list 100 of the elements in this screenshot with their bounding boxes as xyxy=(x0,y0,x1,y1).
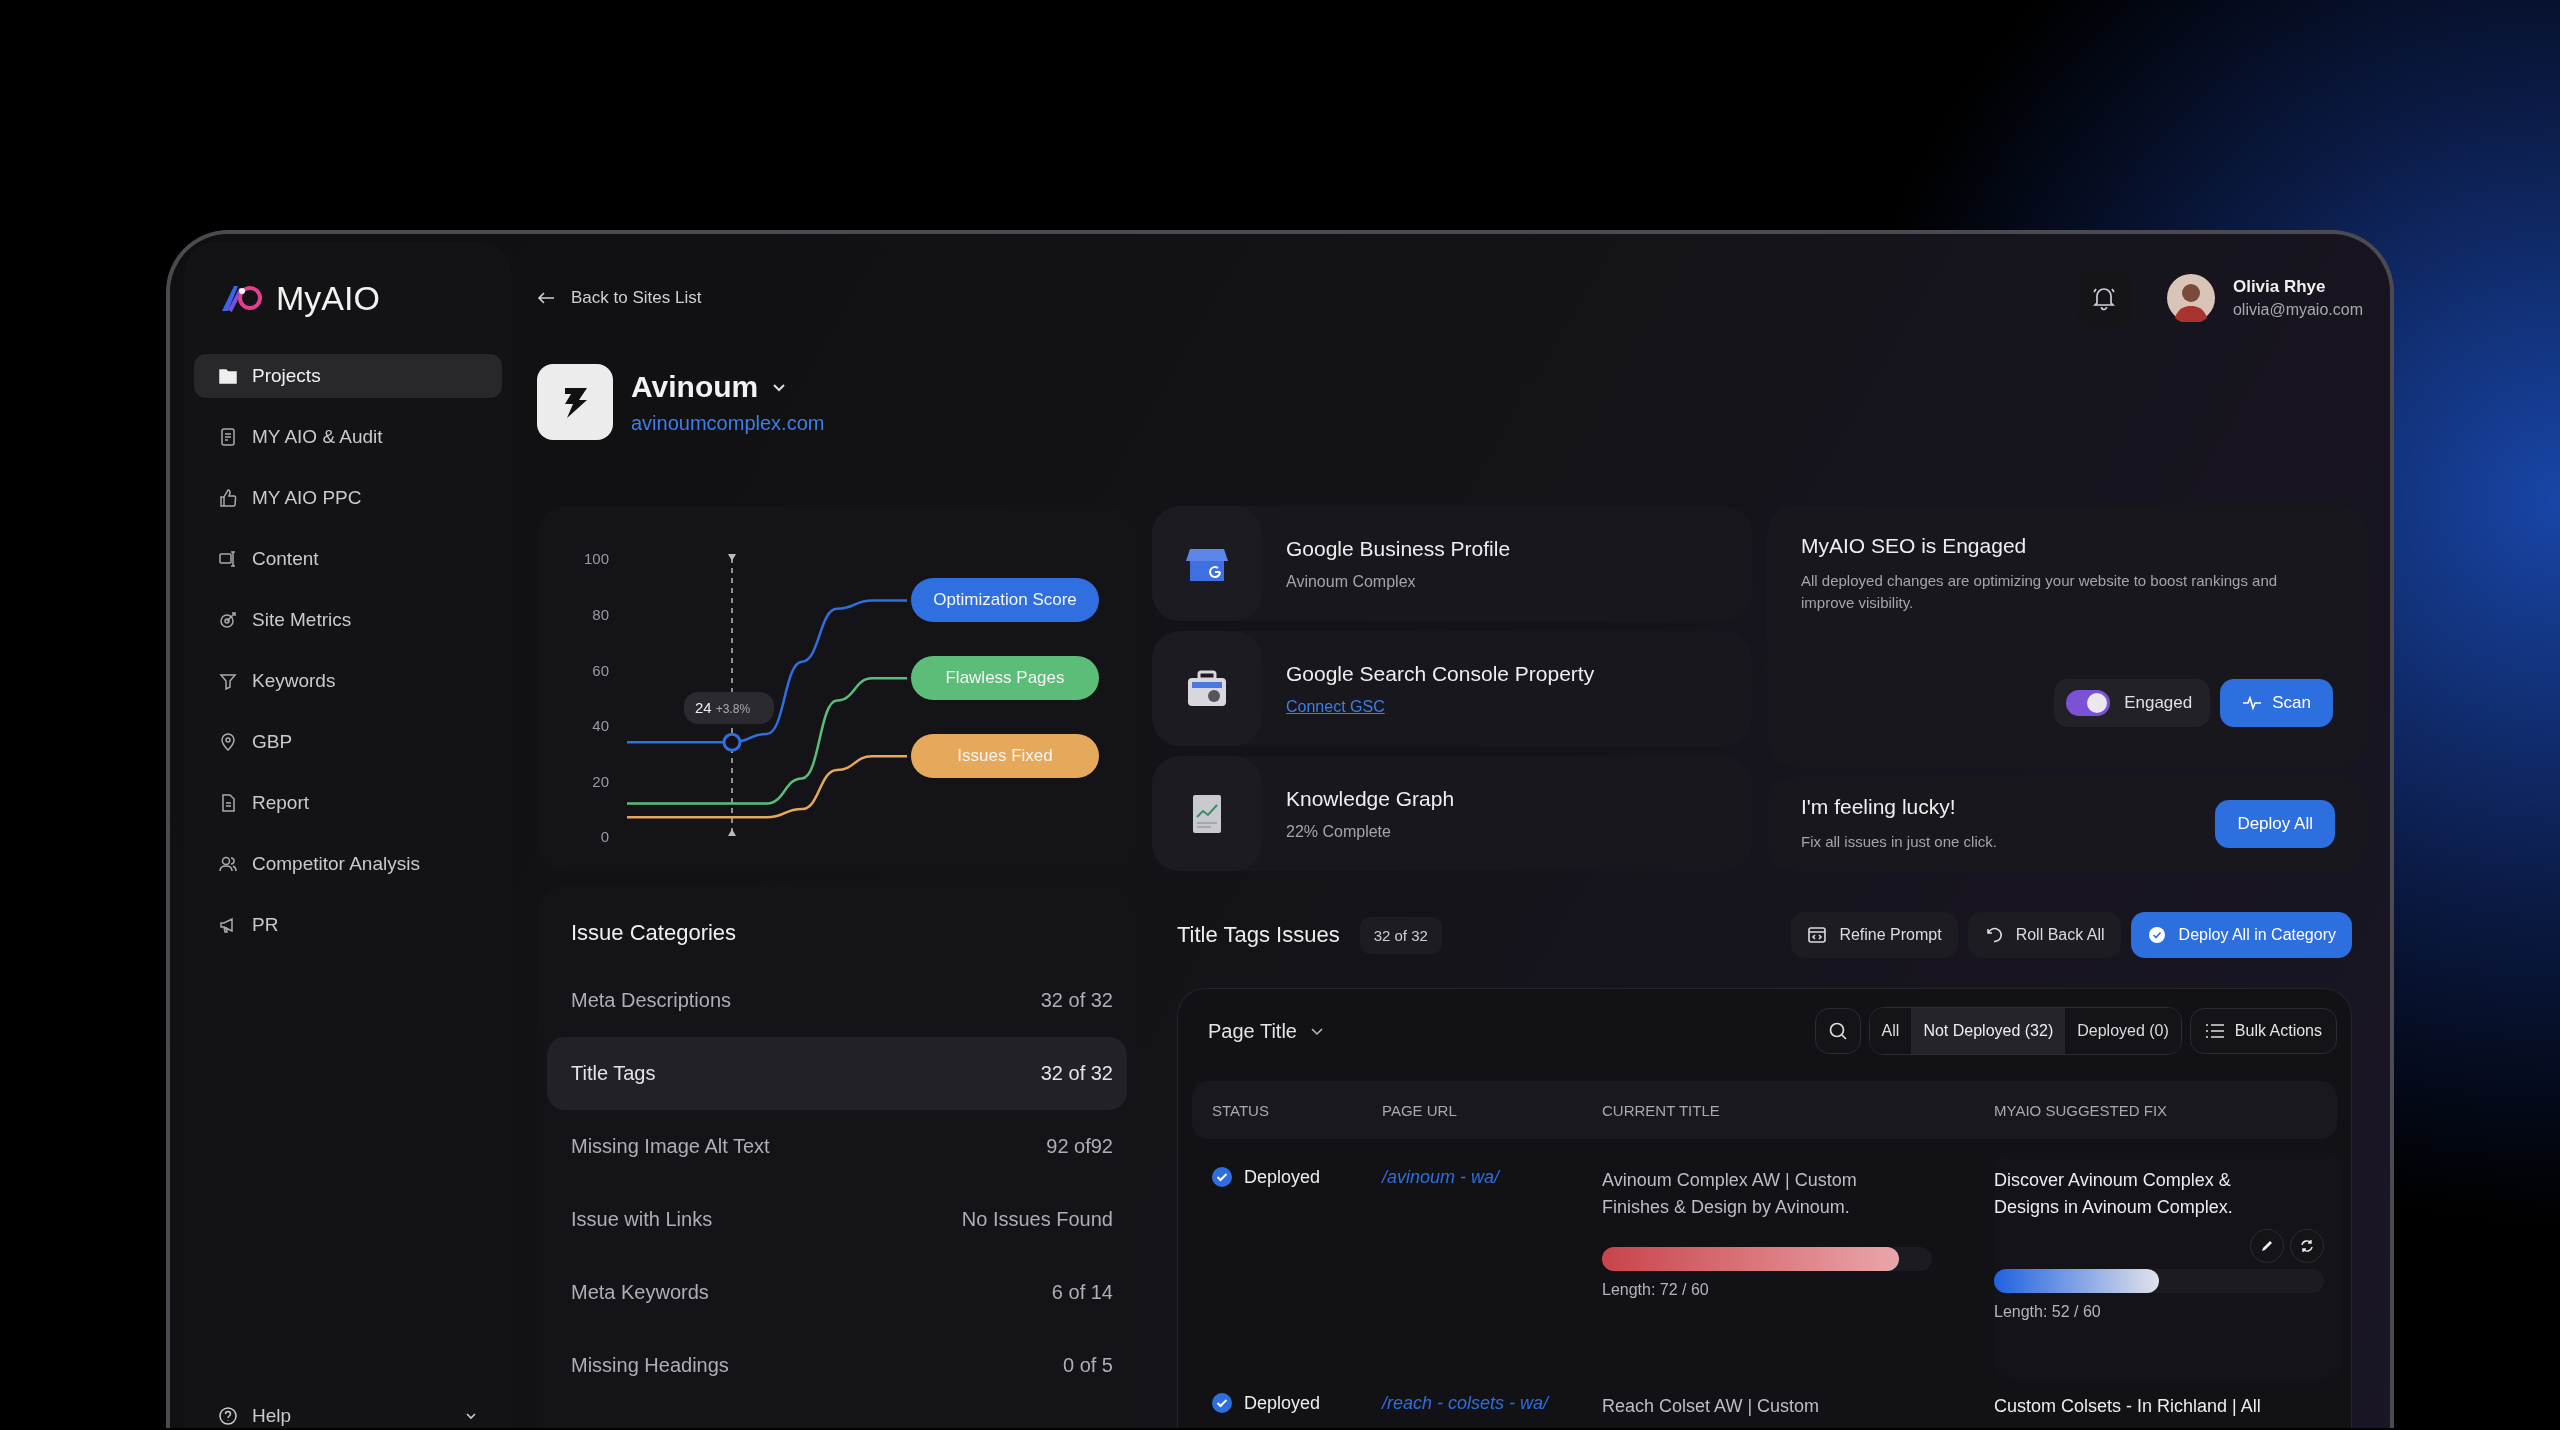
category-name: Meta Keywords xyxy=(571,1281,709,1304)
page-url-link[interactable]: /reach - colsets - wa/ xyxy=(1382,1393,1549,1414)
user-email: olivia@myaio.com xyxy=(2232,301,2363,319)
help-menu[interactable]: Help xyxy=(194,1404,502,1428)
check-circle-icon xyxy=(1212,1167,1232,1187)
status-label: Deployed xyxy=(1244,1393,1321,1414)
action-button[interactable]: Roll Back All xyxy=(1967,912,2121,958)
category-name: Meta Descriptions xyxy=(571,989,732,1012)
section-title: Title Tags Issues xyxy=(1177,922,1340,948)
category-count: 32 of 32 xyxy=(1040,1062,1113,1085)
bell-icon xyxy=(2090,285,2117,311)
category-item[interactable]: Issue with Links No Issues Found xyxy=(547,1183,1127,1256)
scan-button[interactable]: Scan xyxy=(2220,678,2333,727)
suggested-fix-text: Discover Avinoum Complex & Designs in Avinoum Complex. xyxy=(1994,1169,2234,1219)
series-label: Issues Fixed xyxy=(911,734,1099,779)
current-title-text: Avinoum Complex AW | Custom Finishes & Design by Avinoum. xyxy=(1602,1169,1858,1219)
series-label: Flawless Pages xyxy=(911,656,1099,701)
integration-subtitle: 22% Complete xyxy=(1286,822,1392,841)
screen-icon xyxy=(218,549,238,569)
toggle-switch[interactable] xyxy=(2066,689,2111,716)
category-count: 0 of 5 xyxy=(1062,1354,1113,1377)
site-name: Avinoum xyxy=(631,369,759,404)
regenerate-button[interactable] xyxy=(2290,1229,2324,1263)
card-description: Fix all issues in just one click. xyxy=(1801,831,1997,852)
category-item[interactable]: Meta Descriptions 32 of 32 xyxy=(547,964,1127,1037)
action-button[interactable]: Deploy All in Category xyxy=(2130,912,2352,958)
bulk-actions-button[interactable]: Bulk Actions xyxy=(2189,1008,2337,1054)
length-reading: Length: 72 / 60 xyxy=(1602,1281,1709,1299)
card-title: MyAIO SEO is Engaged xyxy=(1801,534,2028,558)
logo-icon xyxy=(220,283,264,313)
edit-button[interactable] xyxy=(2250,1229,2284,1263)
sidebar-item[interactable]: MY AIO PPC xyxy=(194,476,502,520)
category-item[interactable]: Missing Image Alt Text 92 of92 xyxy=(547,1110,1127,1183)
clipboard-icon xyxy=(218,427,238,447)
category-item[interactable]: Title Tags 32 of 32 xyxy=(547,1037,1127,1110)
category-item[interactable]: Meta Keywords 6 of 14 xyxy=(547,1256,1127,1329)
filter-tab[interactable]: Not Deployed (32) xyxy=(1911,1008,2066,1054)
category-name: Missing Image Alt Text xyxy=(571,1135,770,1158)
check-circle-icon xyxy=(1212,1393,1232,1413)
column-header: CURRENT TITLE xyxy=(1602,1101,1721,1119)
panel-title: Issue Categories xyxy=(570,920,738,946)
avatar xyxy=(2166,274,2215,322)
category-item[interactable]: Missing Headings 0 of 5 xyxy=(547,1329,1127,1402)
column-header: STATUS xyxy=(1212,1101,1270,1119)
integration-title: Google Business Profile xyxy=(1286,536,1511,561)
card-description: All deployed changes are optimizing your website to boost rankings and improve visibility. xyxy=(1801,571,2279,613)
column-dropdown[interactable]: Page Title xyxy=(1192,1018,1331,1044)
check-circle-icon xyxy=(2146,925,2167,945)
pencil-icon xyxy=(2260,1239,2274,1253)
sidebar-item[interactable]: Report xyxy=(194,781,502,825)
folder-icon xyxy=(218,366,238,386)
sidebar-item[interactable]: PR xyxy=(194,903,502,947)
site-url-link[interactable]: avinoumcomplex.com xyxy=(631,411,825,435)
card-title: I'm feeling lucky! xyxy=(1801,794,1957,819)
series-label: Optimization Score xyxy=(911,578,1099,623)
user-name: Olivia Rhye xyxy=(2232,277,2327,297)
current-title-text: Reach Colset AW | Custom xyxy=(1602,1395,1820,1418)
sidebar-item[interactable]: Projects xyxy=(194,354,502,398)
engaged-toggle[interactable]: Engaged xyxy=(2054,678,2211,727)
integration-title: Knowledge Graph xyxy=(1286,786,1455,811)
users-icon xyxy=(218,854,238,874)
category-count: No Issues Found xyxy=(961,1208,1113,1231)
y-tick-label: 100 xyxy=(583,550,609,568)
sidebar-item[interactable]: MY AIO & Audit xyxy=(194,415,502,459)
category-name: Issue with Links xyxy=(571,1208,713,1231)
thumbs-up-icon xyxy=(218,488,238,508)
data-point xyxy=(722,732,742,752)
sidebar-item[interactable]: Site Metrics xyxy=(194,598,502,642)
notification-button[interactable] xyxy=(2074,269,2133,327)
code-window-icon xyxy=(1807,925,1828,945)
category-count: 92 of92 xyxy=(1046,1135,1113,1158)
integration-title: Google Search Console Property xyxy=(1286,661,1595,686)
y-tick-label: 80 xyxy=(592,605,609,623)
search-button[interactable] xyxy=(1814,1008,1861,1054)
pulse-icon xyxy=(2242,694,2263,711)
deploy-all-button[interactable]: Deploy All xyxy=(2215,799,2335,848)
back-link[interactable]: Back to Sites List xyxy=(537,288,702,308)
page-url-link[interactable]: /avinoum - wa/ xyxy=(1382,1167,1500,1188)
y-tick-label: 0 xyxy=(600,828,609,846)
help-icon xyxy=(218,1406,238,1426)
filter-icon xyxy=(218,671,238,691)
suggested-fix-text: Custom Colsets - In Richland | All xyxy=(1994,1395,2261,1418)
length-reading: Length: 52 / 60 xyxy=(1994,1303,2101,1321)
value-tooltip: 24 +3.8% xyxy=(684,692,774,725)
y-tick-label: 40 xyxy=(592,717,609,735)
logo-text: MyAIO xyxy=(276,278,380,318)
column-header: MYAIO SUGGESTED FIX xyxy=(1994,1101,2169,1119)
category-name: Title Tags xyxy=(571,1062,656,1085)
sidebar-item[interactable]: Competitor Analysis xyxy=(194,842,502,886)
list-icon xyxy=(2204,1022,2225,1040)
category-name: Missing Headings xyxy=(571,1354,729,1377)
sidebar-item[interactable]: Content xyxy=(194,537,502,581)
sidebar-item[interactable]: GBP xyxy=(194,720,502,764)
connect-link[interactable]: Connect GSC xyxy=(1286,697,1595,716)
action-button[interactable]: Refine Prompt xyxy=(1791,912,1958,958)
column-header: PAGE URL xyxy=(1382,1101,1458,1119)
status-label: Deployed xyxy=(1244,1167,1321,1188)
category-count: 6 of 14 xyxy=(1051,1281,1113,1304)
sidebar-item[interactable]: Keywords xyxy=(194,659,502,703)
search-icon xyxy=(1827,1021,1848,1041)
